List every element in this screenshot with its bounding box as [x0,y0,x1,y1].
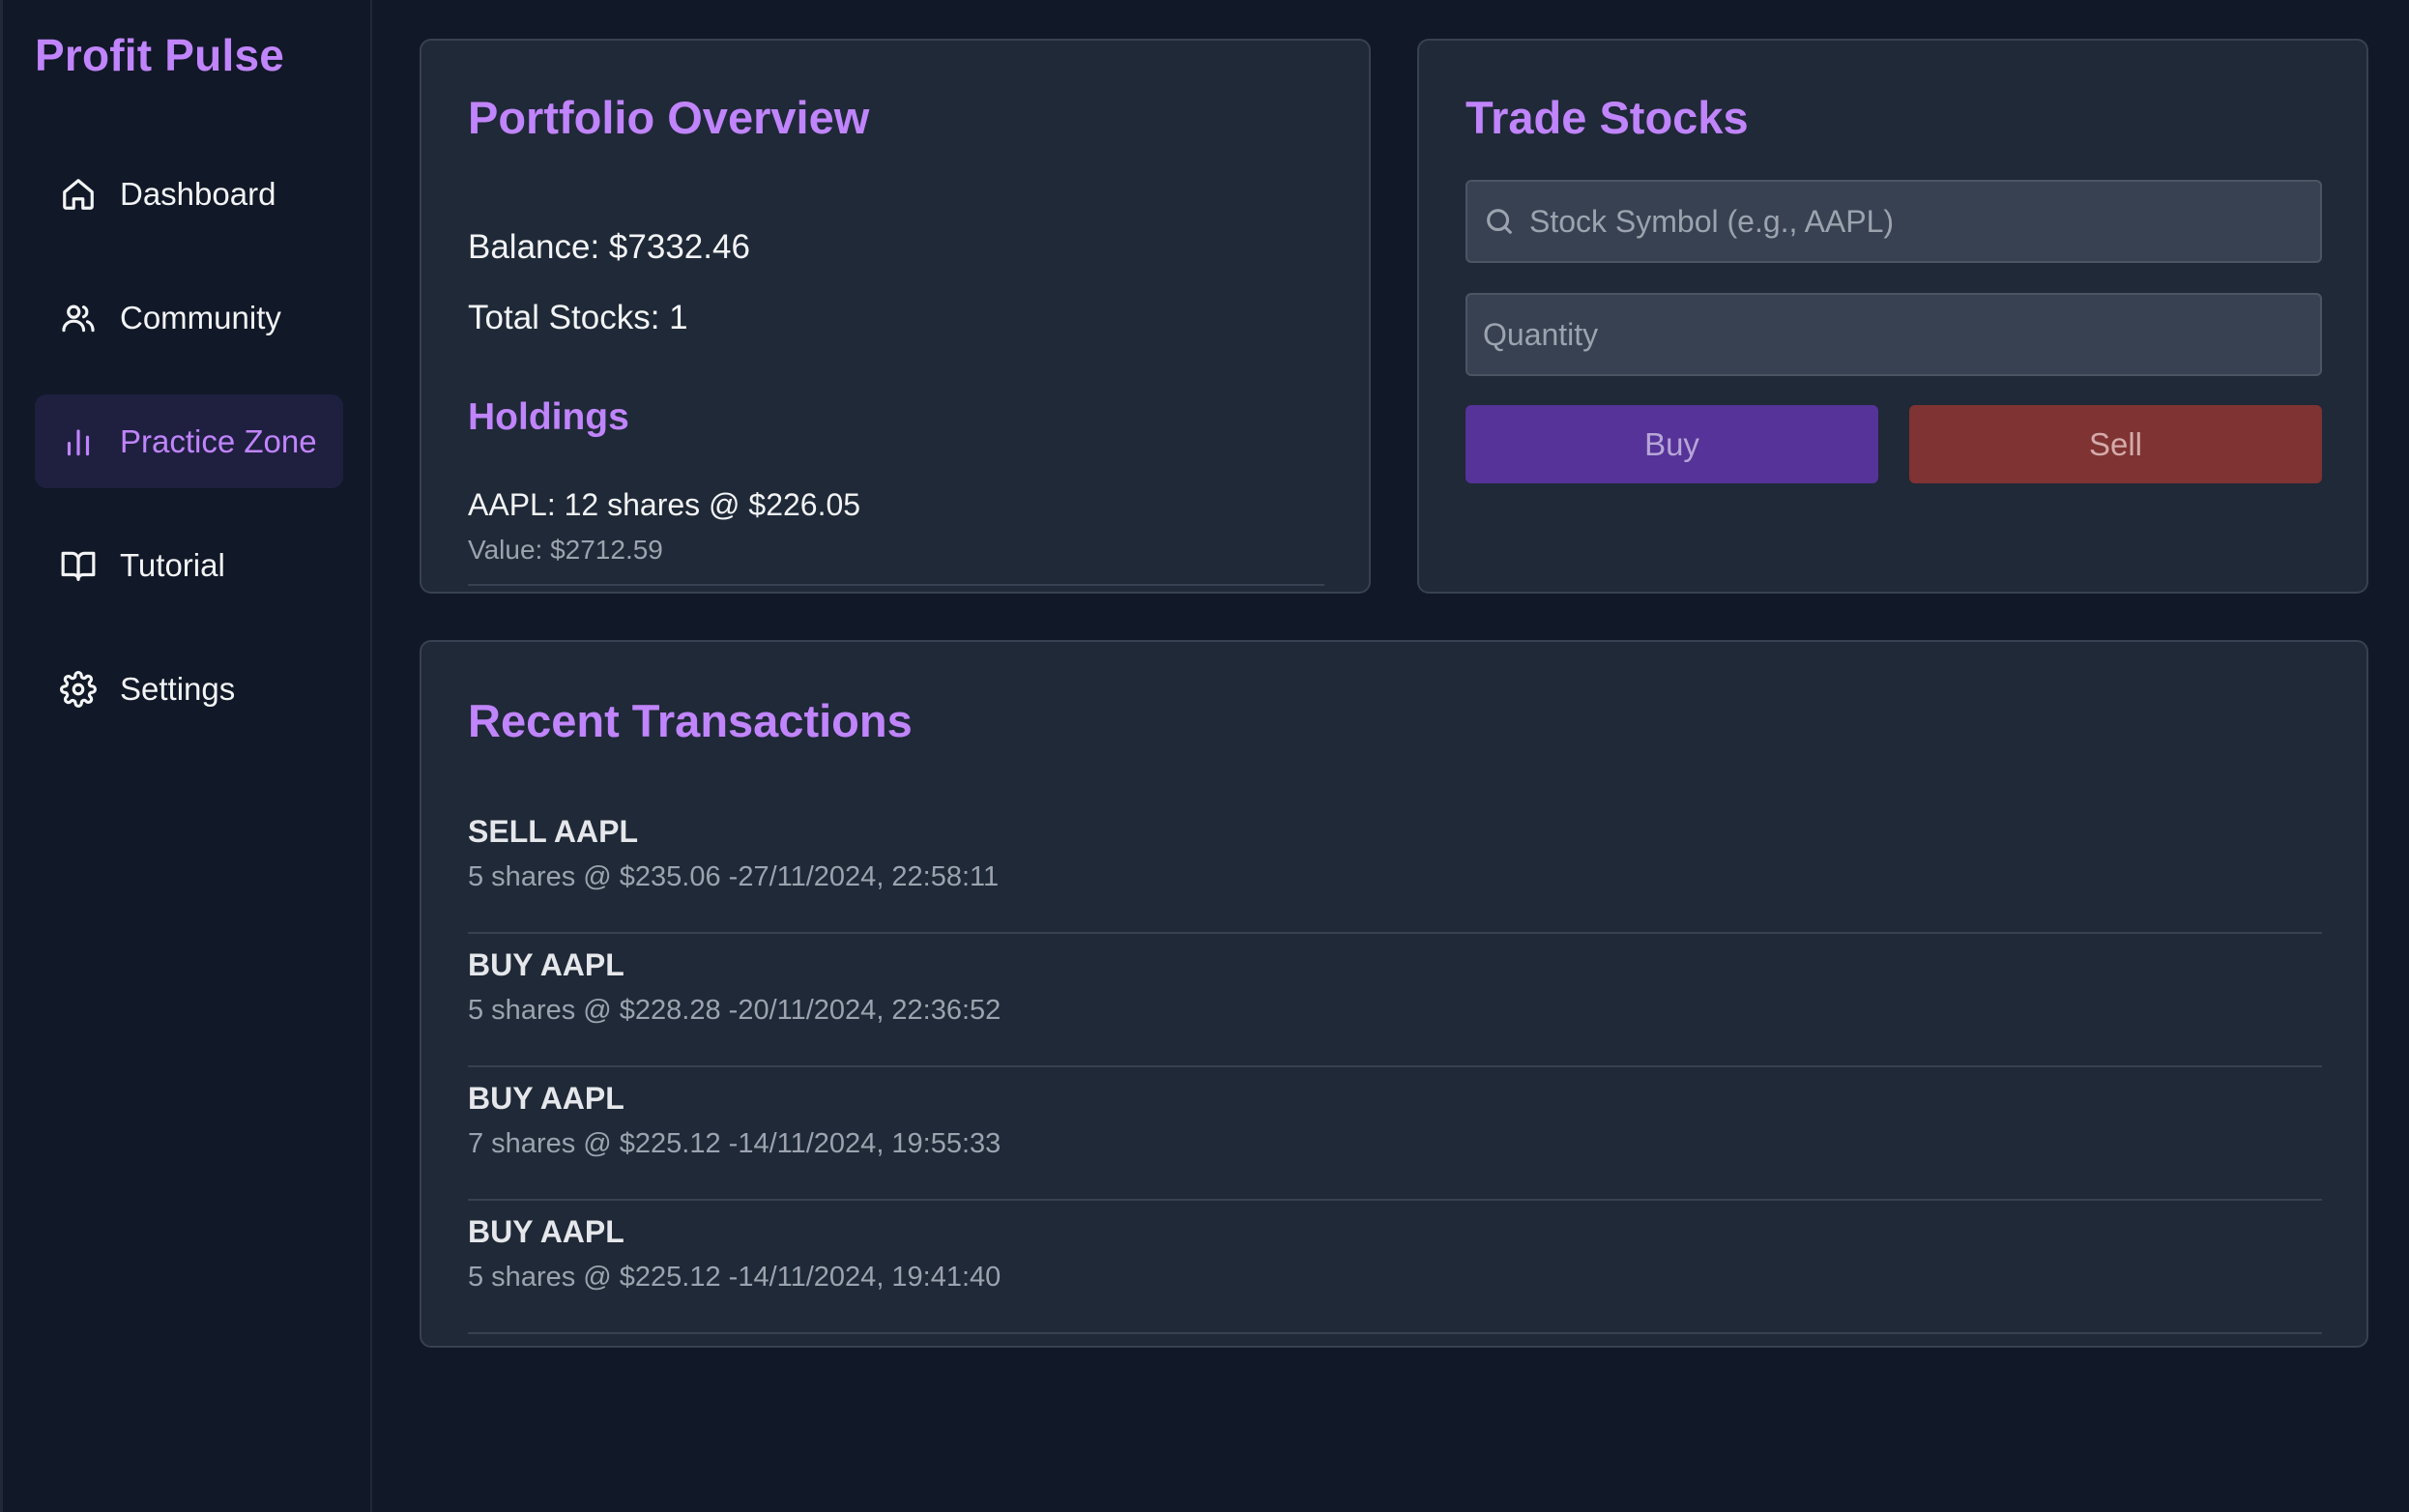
app-logo-title[interactable]: Profit Pulse [35,29,284,81]
transaction-detail: 7 shares @ $225.12 -14/11/2024, 19:55:33 [468,1128,1001,1159]
transaction-row: BUY AAPL 5 shares @ $225.12 -14/11/2024,… [468,1201,2322,1334]
sidebar-item-settings[interactable]: Settings [35,642,343,736]
transactions-title: Recent Transactions [468,695,913,746]
total-stocks-text: Total Stocks: 1 [468,299,688,336]
transaction-row: BUY AAPL 7 shares @ $225.12 -14/11/2024,… [468,1067,2322,1201]
buy-button[interactable]: Buy [1466,405,1878,483]
users-icon [60,300,97,336]
sidebar-item-label: Dashboard [120,175,276,212]
trade-title: Trade Stocks [1466,92,1749,143]
holdings-title: Holdings [468,396,629,438]
transaction-type: SELL AAPL [468,814,639,849]
sidebar-item-dashboard[interactable]: Dashboard [35,147,343,241]
sidebar-item-tutorial[interactable]: Tutorial [35,518,343,612]
transactions-list: SELL AAPL 5 shares @ $235.06 -27/11/2024… [468,800,2322,1334]
sidebar-item-practice-zone[interactable]: Practice Zone [35,394,343,488]
holding-summary: AAPL: 12 shares @ $226.05 [468,487,861,522]
balance-text: Balance: $7332.46 [468,228,750,266]
stock-symbol-field[interactable] [1466,180,2322,263]
quantity-field[interactable] [1466,293,2322,376]
transaction-detail: 5 shares @ $228.28 -20/11/2024, 22:36:52 [468,995,1001,1026]
transaction-type: BUY AAPL [468,1081,624,1116]
sidebar-item-label: Settings [120,670,236,707]
stock-symbol-input[interactable] [1529,182,2320,261]
transaction-type: BUY AAPL [468,947,624,982]
transaction-detail: 5 shares @ $235.06 -27/11/2024, 22:58:11 [468,861,1000,892]
sidebar-item-label: Community [120,299,281,335]
recent-transactions-card: Recent Transactions SELL AAPL 5 shares @… [420,640,2368,1348]
quantity-input[interactable] [1467,295,2320,374]
sell-button[interactable]: Sell [1909,405,2322,483]
app-root: Profit Pulse Dashboard Community Practic… [0,0,2409,1512]
trade-stocks-card: Trade Stocks Buy Sell [1417,39,2368,594]
gear-icon [60,670,97,708]
sidebar-item-label: Practice Zone [120,422,317,459]
transaction-type: BUY AAPL [468,1214,624,1249]
search-icon [1483,205,1516,238]
holding-value: Value: $2712.59 [468,535,663,565]
home-icon [60,176,97,213]
transaction-detail: 5 shares @ $225.12 -14/11/2024, 19:41:40 [468,1262,1001,1293]
book-open-icon [60,547,97,584]
bar-chart-icon [60,423,97,460]
transaction-row: SELL AAPL 5 shares @ $235.06 -27/11/2024… [468,800,2322,934]
transaction-row: BUY AAPL 5 shares @ $228.28 -20/11/2024,… [468,934,2322,1067]
sidebar: Profit Pulse Dashboard Community Practic… [0,0,372,1512]
sidebar-item-label: Tutorial [120,546,225,583]
portfolio-title: Portfolio Overview [468,92,870,143]
holding-item: AAPL: 12 shares @ $226.05 Value: $2712.5… [468,487,1324,586]
portfolio-overview-card: Portfolio Overview Balance: $7332.46 Tot… [420,39,1371,594]
sidebar-item-community[interactable]: Community [35,271,343,364]
sidebar-nav: Dashboard Community Practice Zone Tutori… [35,147,343,766]
